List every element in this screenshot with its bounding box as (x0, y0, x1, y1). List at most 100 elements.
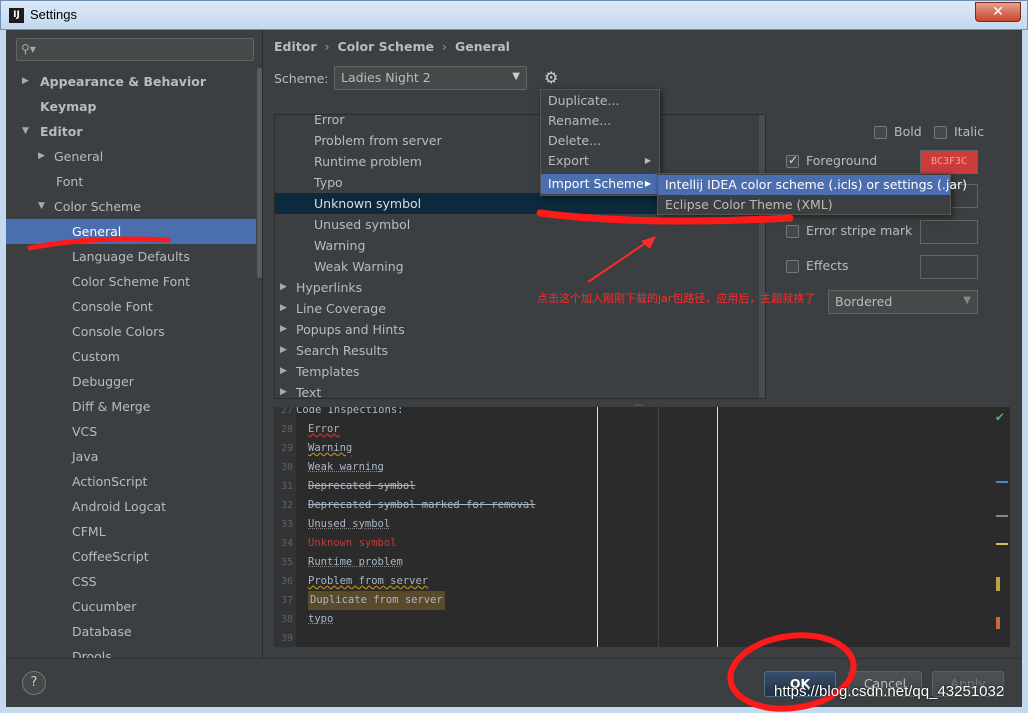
sidebar-item[interactable]: Diff & Merge (6, 394, 256, 419)
scheme-dropdown[interactable]: Ladies Night 2 ▼ (334, 66, 527, 90)
attribute-item[interactable]: Error (275, 115, 759, 130)
gear-icon[interactable]: ⚙ (544, 68, 558, 87)
chevron-right-icon[interactable]: ▶ (280, 340, 287, 361)
watermark-url: https://blog.csdn.net/qq_43251032 (774, 683, 1005, 700)
sidebar-item[interactable]: ▼ Color Scheme (6, 194, 256, 219)
sidebar-item[interactable]: CoffeeScript (6, 544, 256, 569)
chevron-down-icon[interactable]: ▼ (38, 194, 45, 219)
gear-menu-item[interactable]: Delete... (541, 131, 659, 151)
chevron-right-icon[interactable]: ▶ (280, 298, 287, 319)
sidebar-item[interactable]: Android Logcat (6, 494, 256, 519)
sidebar-item[interactable]: CFML (6, 519, 256, 544)
code-text: Error (308, 423, 340, 435)
error-stripe-marker[interactable] (996, 515, 1008, 517)
attribute-item[interactable]: ▶ Popups and Hints (275, 319, 759, 340)
sidebar-item[interactable]: CSS (6, 569, 256, 594)
line-number: 34 (280, 538, 293, 549)
chevron-right-icon[interactable]: ▶ (280, 361, 287, 382)
gear-menu-item[interactable]: Duplicate... (541, 91, 659, 111)
error-stripe-color-swatch[interactable] (920, 220, 978, 244)
sidebar-item[interactable]: Cucumber (6, 594, 256, 619)
window-title-bar: IJ Settings ✕ (0, 0, 1028, 30)
line-number: 39 (280, 633, 293, 644)
import-submenu-item[interactable]: Eclipse Color Theme (XML) (658, 195, 950, 215)
sidebar-item[interactable]: ▶ General (6, 144, 256, 169)
sidebar-item[interactable]: VCS (6, 419, 256, 444)
error-stripe-marker[interactable] (996, 481, 1008, 483)
sidebar-item[interactable]: Font (6, 169, 256, 194)
help-button[interactable]: ? (22, 671, 46, 695)
sidebar-item[interactable]: Console Colors (6, 319, 256, 344)
settings-sidebar: ⚲▾ ▶ Appearance & Behavior Keymap ▼ Editor ▶ G… (6, 30, 263, 664)
settings-search-box[interactable]: ⚲▾ (16, 38, 254, 61)
bold-checkbox[interactable] (874, 126, 887, 139)
import-submenu-item[interactable]: Intellij IDEA color scheme (.icls) or se… (658, 175, 967, 195)
sidebar-item[interactable]: General (6, 219, 256, 244)
attribute-item[interactable]: Runtime problem (275, 151, 759, 172)
attribute-item[interactable]: ▶ Templates (275, 361, 759, 382)
annotation-text: 点击这个加入刚刚下载的jar包路径，应用后，主题就换了 (537, 292, 816, 305)
italic-checkbox[interactable] (934, 126, 947, 139)
code-preview-editor[interactable]: 27 Code Inspections: 28 Error 29 Warning 30 Wea… (274, 407, 1010, 647)
attribute-item[interactable]: ▶ Text (275, 382, 759, 398)
attribute-item[interactable]: Weak Warning (275, 256, 759, 277)
attributes-scrollbar[interactable] (759, 115, 765, 398)
attribute-item-label: Weak Warning (314, 259, 404, 274)
sidebar-item[interactable]: Debugger (6, 369, 256, 394)
sidebar-item-label: Custom (72, 349, 120, 364)
code-text: Code Inspections: (296, 407, 404, 416)
attribute-item[interactable]: Unused symbol (275, 214, 759, 235)
sidebar-item-label: Color Scheme (54, 199, 141, 214)
sidebar-item[interactable]: Database (6, 619, 256, 644)
inspection-ok-icon: ✔ (995, 409, 1004, 425)
error-stripe-marker[interactable] (996, 577, 1000, 591)
sidebar-item[interactable]: Java (6, 444, 256, 469)
chevron-right-icon[interactable]: ▶ (280, 277, 287, 298)
attribute-item[interactable]: Problem from server (275, 130, 759, 151)
foreground-checkbox[interactable] (786, 153, 799, 168)
attribute-item[interactable]: Warning (275, 235, 759, 256)
gear-menu-item[interactable]: Import Scheme ▶ (541, 174, 659, 194)
effects-checkbox[interactable] (786, 260, 799, 273)
attribute-item-label: Line Coverage (296, 301, 386, 316)
code-line: 30 Weak warning (274, 458, 974, 477)
sidebar-item-label: Font (56, 174, 84, 189)
error-stripe-marker[interactable] (996, 617, 1000, 629)
sidebar-item[interactable]: ▼ Editor (6, 119, 256, 144)
sidebar-item-label: Console Colors (72, 324, 165, 339)
settings-search-input[interactable] (41, 41, 241, 58)
sidebar-item[interactable]: Language Defaults (6, 244, 256, 269)
effects-color-swatch[interactable] (920, 255, 978, 279)
sidebar-item[interactable]: ▶ Appearance & Behavior (6, 69, 256, 94)
code-text: Deprecated symbol (308, 480, 416, 492)
foreground-color-swatch[interactable]: BC3F3C (920, 150, 978, 174)
attribute-item[interactable]: ▶ Search Results (275, 340, 759, 361)
code-line: 38 typo (274, 610, 974, 629)
sidebar-item[interactable]: Color Scheme Font (6, 269, 256, 294)
sidebar-item[interactable]: Keymap (6, 94, 256, 119)
sidebar-item[interactable]: ActionScript (6, 469, 256, 494)
chevron-right-icon[interactable]: ▶ (280, 382, 287, 398)
line-number: 30 (280, 462, 293, 473)
chevron-right-icon[interactable]: ▶ (22, 69, 29, 94)
error-stripe-checkbox[interactable] (786, 225, 799, 238)
attribute-item-label: Popups and Hints (296, 322, 405, 337)
sidebar-item[interactable]: Console Font (6, 294, 256, 319)
chevron-down-icon[interactable]: ▼ (22, 119, 29, 144)
italic-label: Italic (954, 124, 985, 139)
chevron-right-icon[interactable]: ▶ (280, 319, 287, 340)
gear-menu-item[interactable]: Rename... (541, 111, 659, 131)
error-stripe-label: Error stripe mark (806, 223, 913, 238)
gear-menu-item[interactable]: Export ▶ (541, 151, 659, 171)
code-text: Unused symbol (308, 518, 391, 530)
attribute-item-label: Templates (296, 364, 360, 379)
error-stripe-marker[interactable] (996, 543, 1008, 545)
code-line: 34 Unknown symbol (274, 534, 974, 553)
chevron-right-icon[interactable]: ▶ (38, 144, 45, 169)
effects-type-dropdown[interactable]: Bordered ▼ (828, 290, 978, 314)
window-close-button[interactable]: ✕ (975, 2, 1021, 22)
sidebar-item-label: CSS (72, 574, 97, 589)
sidebar-scrollbar[interactable] (257, 68, 262, 278)
sidebar-item[interactable]: Custom (6, 344, 256, 369)
sidebar-item-label: VCS (72, 424, 98, 439)
